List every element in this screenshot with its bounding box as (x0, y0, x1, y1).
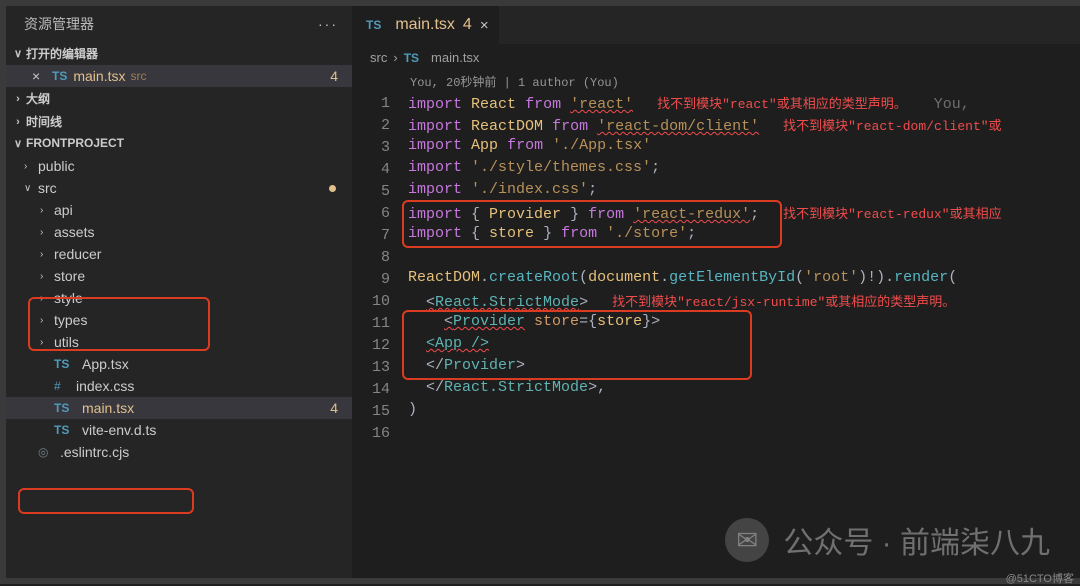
ts-icon: TS (404, 51, 419, 65)
close-icon[interactable]: × (32, 68, 52, 84)
file-tree: ›public ∨src ›api ›assets ›reducer ›stor… (6, 153, 352, 463)
file-vite-env[interactable]: TS vite-env.d.ts (6, 419, 352, 441)
chevron-right-icon: › (24, 161, 38, 172)
open-editor-path: src (130, 69, 146, 83)
folder-store[interactable]: ›store (6, 265, 352, 287)
open-editors-section[interactable]: ∨ 打开的编辑器 (6, 42, 352, 65)
config-icon: ◎ (38, 445, 60, 459)
folder-label: api (54, 202, 73, 218)
folder-src[interactable]: ∨src (6, 177, 352, 199)
folder-label: types (54, 312, 87, 328)
file-label: index.css (76, 378, 134, 394)
file-app-tsx[interactable]: TS App.tsx (6, 353, 352, 375)
file-label: main.tsx (82, 400, 134, 416)
modified-dot-icon (329, 185, 336, 192)
ts-icon: TS (54, 423, 76, 437)
error-count: 4 (330, 400, 338, 416)
timeline-label: 时间线 (26, 113, 62, 130)
close-icon[interactable]: × (480, 17, 489, 34)
ts-icon: TS (54, 401, 76, 415)
code-content[interactable]: You, 20秒钟前 | 1 author (You) import React… (408, 71, 1080, 578)
folder-utils[interactable]: ›utils (6, 331, 352, 353)
breadcrumb-folder: src (370, 50, 387, 65)
project-label: FRONTPROJECT (26, 136, 124, 150)
open-editors-label: 打开的编辑器 (26, 45, 98, 62)
open-editor-filename: main.tsx (73, 68, 125, 84)
chevron-right-icon: › (10, 93, 26, 105)
open-editor-item[interactable]: × TS main.tsx src 4 (6, 65, 352, 87)
timeline-section[interactable]: › 时间线 (6, 110, 352, 133)
code-lens[interactable]: You, 20秒钟前 | 1 author (You) (408, 73, 1080, 93)
folder-api[interactable]: ›api (6, 199, 352, 221)
folder-label: style (54, 290, 83, 306)
folder-label: public (38, 158, 75, 174)
file-label: vite-env.d.ts (82, 422, 156, 438)
folder-public[interactable]: ›public (6, 155, 352, 177)
ts-icon: TS (366, 18, 381, 32)
folder-reducer[interactable]: ›reducer (6, 243, 352, 265)
chevron-right-icon: › (40, 293, 54, 304)
breadcrumb[interactable]: src › TS main.tsx (352, 44, 1080, 71)
tab-main-tsx[interactable]: TS main.tsx 4 × (352, 6, 500, 44)
folder-label: src (38, 180, 57, 196)
folder-assets[interactable]: ›assets (6, 221, 352, 243)
more-icon[interactable]: ··· (318, 16, 338, 32)
file-eslintrc[interactable]: ◎.eslintrc.cjs (6, 441, 352, 463)
project-section[interactable]: ∨ FRONTPROJECT (6, 133, 352, 153)
chevron-right-icon: › (40, 205, 54, 216)
editor-pane: TS main.tsx 4 × src › TS main.tsx 123456… (352, 0, 1080, 584)
code-area[interactable]: 12345678910111213141516 You, 20秒钟前 | 1 a… (352, 71, 1080, 578)
tab-bar: TS main.tsx 4 × (352, 6, 1080, 44)
chevron-right-icon: › (10, 116, 26, 128)
folder-label: utils (54, 334, 79, 350)
chevron-right-icon: › (40, 271, 54, 282)
line-gutter: 12345678910111213141516 (352, 71, 408, 578)
explorer-sidebar: 资源管理器 ··· ∨ 打开的编辑器 × TS main.tsx src 4 ›… (0, 0, 352, 584)
explorer-title: 资源管理器 (24, 14, 94, 34)
chevron-down-icon: ∨ (10, 137, 26, 150)
chevron-down-icon: ∨ (10, 47, 26, 60)
folder-label: assets (54, 224, 94, 240)
folder-label: reducer (54, 246, 101, 262)
chevron-right-icon: › (40, 227, 54, 238)
outline-section[interactable]: › 大纲 (6, 87, 352, 110)
file-label: App.tsx (82, 356, 129, 372)
chevron-down-icon: ∨ (24, 183, 38, 194)
breadcrumb-file: main.tsx (431, 50, 479, 65)
ts-icon: TS (52, 69, 67, 83)
folder-types[interactable]: ›types (6, 309, 352, 331)
chevron-right-icon: › (40, 315, 54, 326)
file-index-css[interactable]: #index.css (6, 375, 352, 397)
file-label: .eslintrc.cjs (60, 444, 129, 460)
error-count: 4 (330, 68, 338, 84)
tab-filename: main.tsx (395, 16, 455, 34)
ts-icon: TS (54, 357, 76, 371)
annotation-box (18, 488, 194, 514)
hash-icon: # (54, 379, 76, 393)
file-main-tsx[interactable]: TS main.tsx 4 (6, 397, 352, 419)
outline-label: 大纲 (26, 90, 50, 107)
chevron-right-icon: › (40, 249, 54, 260)
explorer-header: 资源管理器 ··· (6, 6, 352, 42)
folder-label: store (54, 268, 85, 284)
chevron-right-icon: › (40, 337, 54, 348)
folder-style[interactable]: ›style (6, 287, 352, 309)
chevron-right-icon: › (393, 50, 397, 65)
tab-error-count: 4 (463, 16, 472, 34)
